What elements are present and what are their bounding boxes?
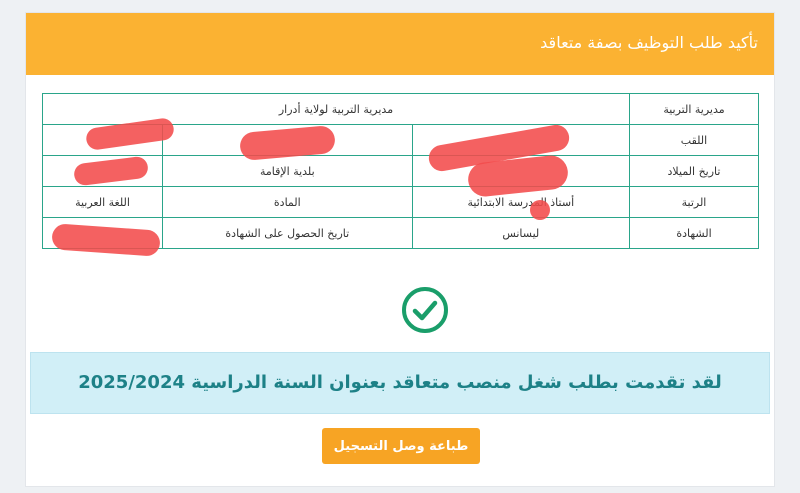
directorate-value: مديرية التربية لولاية أدرار bbox=[42, 93, 630, 125]
print-receipt-button[interactable]: طباعة وصل التسجيل bbox=[322, 428, 480, 464]
rank-label: الرتبة bbox=[629, 186, 759, 218]
subject-value: اللغة العربية bbox=[42, 186, 163, 218]
card-header: تأكيد طلب التوظيف بصفة متعاقد bbox=[26, 13, 774, 75]
applicant-info-table: مديرية التربية مديرية التربية لولاية أدر… bbox=[42, 93, 759, 249]
residence-label: بلدية الإقامة bbox=[161, 155, 413, 187]
degree-value: ليسانس bbox=[411, 217, 631, 249]
check-circle-icon bbox=[402, 287, 448, 333]
degree-label: الشهادة bbox=[629, 217, 759, 249]
success-alert: لقد تقدمت بطلب شغل منصب متعاقد بعنوان ال… bbox=[30, 352, 770, 414]
table-row: الرتبة أستاذ المدرسة الابتدائية المادة ا… bbox=[42, 186, 759, 218]
birth-date-label: تاريخ الميلاد bbox=[629, 155, 759, 187]
redaction-mark bbox=[530, 200, 550, 220]
surname-label: اللقب bbox=[629, 124, 759, 156]
confirmation-card: تأكيد طلب التوظيف بصفة متعاقد مديرية الت… bbox=[25, 12, 775, 487]
subject-label: المادة bbox=[161, 186, 413, 218]
directorate-label: مديرية التربية bbox=[629, 93, 759, 125]
degree-date-label: تاريخ الحصول على الشهادة bbox=[161, 217, 413, 249]
page-title: تأكيد طلب التوظيف بصفة متعاقد bbox=[540, 33, 758, 52]
table-row: تاريخ الميلاد بلدية الإقامة bbox=[42, 155, 759, 187]
